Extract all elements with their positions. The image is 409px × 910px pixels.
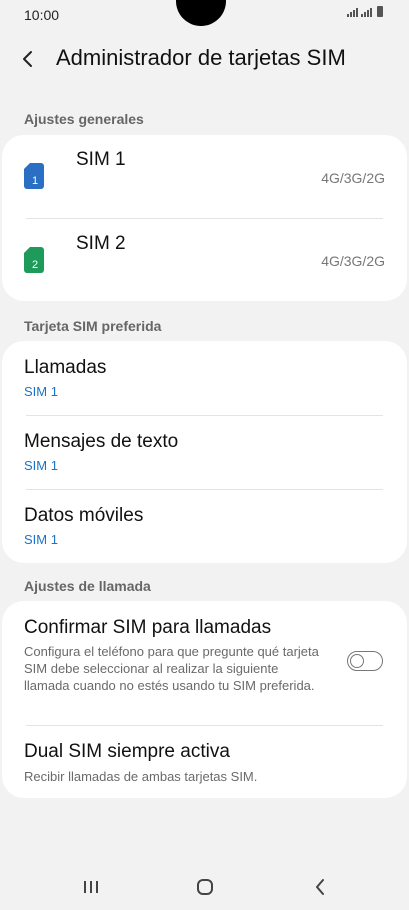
sim-card-icon: 1: [24, 163, 44, 189]
item-value: SIM 1: [24, 532, 58, 547]
status-icons: [347, 6, 383, 17]
preferred-data-item[interactable]: Datos móviles SIM 1: [2, 490, 407, 563]
preferred-sms-item[interactable]: Mensajes de texto SIM 1: [2, 416, 407, 490]
section-label-general: Ajustes generales: [24, 111, 144, 127]
camera-notch: [176, 0, 226, 26]
sim-network-type: 4G/3G/2G: [321, 253, 385, 269]
section-label-call: Ajustes de llamada: [24, 578, 151, 594]
item-title: Dual SIM siempre activa: [24, 741, 230, 762]
page-title: Administrador de tarjetas SIM: [56, 45, 346, 70]
back-icon: [316, 879, 324, 895]
sim-card-icon: 2: [24, 247, 44, 273]
call-settings-card: Confirmar SIM para llamadas Configura el…: [2, 601, 407, 798]
item-title: Llamadas: [24, 357, 107, 378]
sim-row-2[interactable]: 2 SIM 2 4G/3G/2G: [2, 219, 407, 301]
toggle-knob: [350, 653, 364, 668]
item-title: Confirmar SIM para llamadas: [24, 617, 272, 638]
navigation-bar: [0, 862, 409, 910]
app-header: Administrador de tarjetas SIM: [0, 34, 409, 84]
nav-back-button[interactable]: [305, 872, 335, 902]
sim-row-1[interactable]: 1 SIM 1 4G/3G/2G: [2, 135, 407, 218]
back-button[interactable]: [14, 44, 44, 74]
item-value: SIM 1: [24, 384, 58, 399]
sim-network-type: 4G/3G/2G: [321, 170, 385, 186]
sim-number: 2: [32, 259, 38, 271]
home-icon: [197, 879, 213, 895]
back-arrow-icon: [23, 51, 32, 67]
item-title: Datos móviles: [24, 505, 144, 526]
recent-apps-icon: [84, 881, 98, 893]
sim-name: SIM 2: [76, 233, 126, 254]
item-title: Mensajes de texto: [24, 431, 179, 452]
confirm-sim-toggle[interactable]: [347, 651, 383, 671]
recent-apps-button[interactable]: [76, 872, 106, 902]
preferred-sim-card: Llamadas SIM 1 Mensajes de texto SIM 1 D…: [2, 341, 407, 563]
preferred-calls-item[interactable]: Llamadas SIM 1: [2, 341, 407, 415]
sim-name: SIM 1: [76, 149, 126, 170]
status-bar: 10:00: [0, 0, 409, 32]
item-description: Recibir llamadas de ambas tarjetas SIM.: [24, 769, 258, 784]
item-value: SIM 1: [24, 458, 58, 473]
confirm-sim-item[interactable]: Confirmar SIM para llamadas Configura el…: [2, 601, 407, 725]
status-time: 10:00: [24, 7, 60, 23]
item-description: Configura el teléfono para que pregunte …: [24, 644, 319, 693]
dual-sim-item[interactable]: Dual SIM siempre activa Recibir llamadas…: [2, 726, 407, 798]
battery-icon: [377, 6, 383, 17]
section-label-preferred: Tarjeta SIM preferida: [24, 318, 162, 334]
home-button[interactable]: [190, 872, 220, 902]
signal-icon: [361, 8, 372, 17]
signal-icon: [347, 8, 358, 17]
sim-list-card: 1 SIM 1 4G/3G/2G 2 SIM 2 4G/3G/2G: [2, 135, 407, 301]
sim-number: 1: [32, 175, 38, 187]
